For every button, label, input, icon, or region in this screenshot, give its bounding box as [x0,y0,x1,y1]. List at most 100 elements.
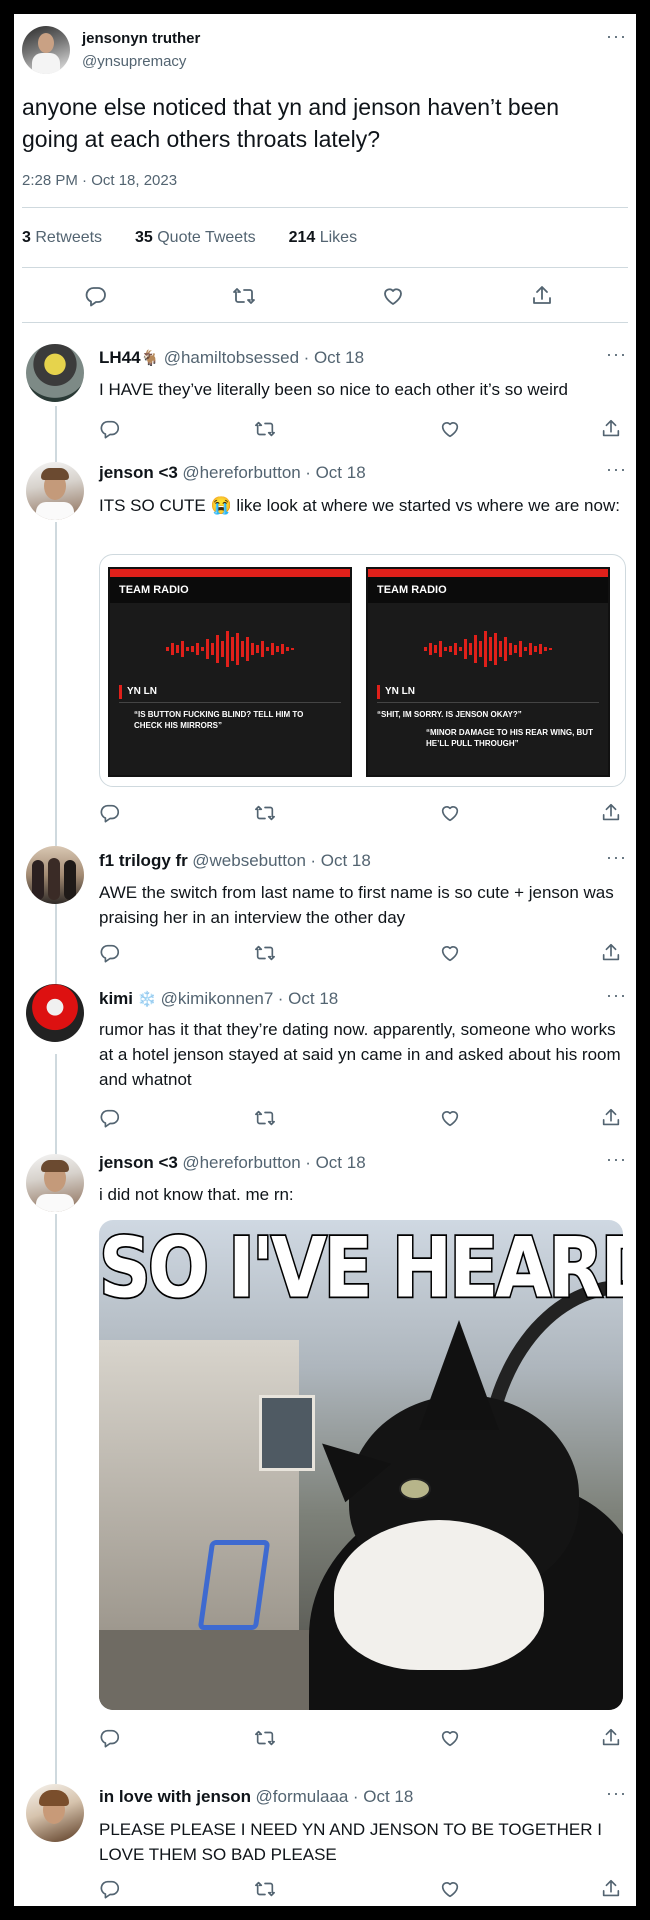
reply-icon[interactable] [99,1878,121,1900]
user-handle[interactable]: @websebutton [192,851,306,870]
more-icon[interactable]: ··· [606,1783,627,1804]
display-name[interactable]: f1 trilogy fr [99,851,188,870]
like-count[interactable]: 214 Likes [289,229,358,246]
reply-date[interactable]: · Oct 18 [304,348,364,367]
reply-action-bar [99,942,619,964]
display-name[interactable]: LH44 [99,348,141,367]
reply-action-bar [99,1727,619,1749]
display-name[interactable]: jensonyn truther [82,30,200,47]
thread-line [55,522,57,846]
retweet-count[interactable]: 3 Retweets [22,229,102,246]
porch-wall [99,1340,299,1640]
radio-reply: “MINOR DAMAGE TO HIS REAR WING, BUT HE’L… [426,728,593,748]
like-icon[interactable] [439,942,461,964]
user-handle[interactable]: @hereforbutton [182,1153,300,1172]
reply-action-bar [99,1878,619,1900]
reply-icon[interactable] [99,802,121,824]
reply-date[interactable]: · Oct 18 [310,851,370,870]
thread-line [55,406,57,462]
like-icon[interactable] [439,1107,461,1129]
share-icon[interactable] [600,942,622,964]
display-name[interactable]: jenson <3 [99,463,178,482]
more-icon[interactable]: ··· [606,344,627,365]
meme-caption: SO I'VE HEARD [99,1220,623,1318]
share-icon[interactable] [600,802,622,824]
radio-header: TEAM RADIO [377,584,447,596]
more-icon[interactable]: ··· [606,985,627,1006]
cat-muzzle [334,1520,544,1670]
reply-text: PLEASE PLEASE I NEED YN AND JENSON TO BE… [99,1820,602,1864]
user-handle[interactable]: @kimikonnen7 [161,989,274,1008]
divider [22,207,628,208]
retweet-icon[interactable] [254,1727,276,1749]
avatar[interactable] [26,1154,84,1212]
like-icon[interactable] [381,284,405,308]
reply-action-bar [99,802,619,824]
tweet-timestamp[interactable]: 2:28 PM · Oct 18, 2023 [22,172,177,189]
team-radio-card[interactable]: TEAM RADIO YN LN “SHIT, IM SORRY. IS JEN… [366,567,610,777]
avatar[interactable] [26,846,84,904]
more-icon[interactable]: ··· [606,459,627,480]
divider [22,267,628,268]
porch-chair [197,1540,271,1630]
thread-line [55,1054,57,1158]
share-icon[interactable] [600,1727,622,1749]
like-icon[interactable] [439,418,461,440]
snowflake-emoji: ❄️ [137,991,157,1008]
avatar[interactable] [22,26,70,74]
avatar[interactable] [26,984,84,1042]
display-name[interactable]: in love with jenson [99,1787,251,1806]
display-name[interactable]: kimi [99,989,133,1008]
retweet-icon[interactable] [232,284,256,308]
reply-action-bar [99,1107,619,1129]
reply-date[interactable]: · Oct 18 [278,989,338,1008]
avatar[interactable] [26,344,84,402]
reply-date[interactable]: · Oct 18 [305,463,365,482]
share-icon[interactable] [600,418,622,440]
media-grid[interactable]: TEAM RADIO YN LN “IS BUTTON FUCKING BLIN… [99,554,626,787]
retweet-icon[interactable] [254,942,276,964]
divider [22,322,628,323]
user-handle[interactable]: @hamiltobsessed [164,348,299,367]
user-handle[interactable]: @formulaaa [256,1787,349,1806]
reply-action-bar [99,418,619,440]
tweet-stats: 3 Retweets 35 Quote Tweets 214 Likes [22,229,357,247]
reply-icon[interactable] [99,942,121,964]
retweet-icon[interactable] [254,1107,276,1129]
more-icon[interactable]: ··· [606,847,627,868]
reply-icon[interactable] [99,418,121,440]
retweet-icon[interactable] [254,1878,276,1900]
share-icon[interactable] [530,284,554,308]
user-handle[interactable]: @hereforbutton [182,463,300,482]
user-handle[interactable]: @ynsupremacy [82,53,186,70]
reply-date[interactable]: · Oct 18 [353,1787,413,1806]
reply-text: i did not know that. me rn: [99,1185,294,1204]
display-name[interactable]: jenson <3 [99,1153,178,1172]
retweet-icon[interactable] [254,802,276,824]
radio-header: TEAM RADIO [119,584,189,596]
avatar[interactable] [26,462,84,520]
reply-header: LH44🐐 @hamiltobsessed · Oct 18 [99,348,364,368]
tweet-thread-card: jensonyn truther @ynsupremacy ··· anyone… [14,14,636,1906]
waveform-graphic [166,631,294,667]
reply-icon[interactable] [99,1107,121,1129]
share-icon[interactable] [600,1878,622,1900]
retweet-icon[interactable] [254,418,276,440]
more-icon[interactable]: ··· [606,1149,627,1170]
share-icon[interactable] [600,1107,622,1129]
like-icon[interactable] [439,1727,461,1749]
quote-count[interactable]: 35 Quote Tweets [135,229,256,246]
more-icon[interactable]: ··· [606,26,627,47]
reply-date[interactable]: · Oct 18 [305,1153,365,1172]
reply-icon[interactable] [99,1727,121,1749]
like-icon[interactable] [439,802,461,824]
cat-ear [419,1320,499,1430]
like-icon[interactable] [439,1878,461,1900]
avatar[interactable] [26,1784,84,1842]
team-radio-card[interactable]: TEAM RADIO YN LN “IS BUTTON FUCKING BLIN… [108,567,352,777]
radio-speaker: YN LN [385,686,415,697]
meme-image[interactable]: SO I'VE HEARD [99,1220,623,1710]
reply-icon[interactable] [84,284,108,308]
porch-window [259,1395,315,1471]
thread-line [55,1214,57,1784]
